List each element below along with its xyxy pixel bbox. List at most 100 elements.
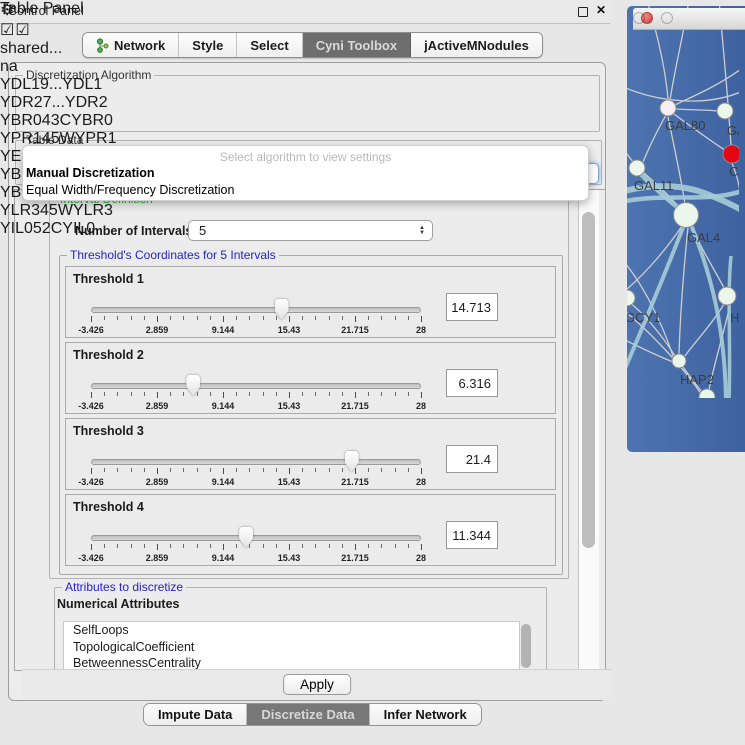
tick-label: 15.43 [278, 401, 301, 411]
table-row[interactable]: YDL19...YDL1 [0, 76, 117, 94]
tick-label: 28 [416, 401, 426, 411]
network-node[interactable] [717, 103, 733, 119]
network-edge[interactable] [627, 86, 739, 101]
column-header-shared-name[interactable]: shared... [0, 40, 117, 58]
table-row[interactable]: YDR27...YDR2 [0, 94, 117, 112]
slider-track[interactable] [91, 535, 421, 541]
threshold-slider[interactable]: -3.4262.8599.14415.4321.71528 [91, 535, 421, 551]
network-edge[interactable] [676, 109, 717, 111]
spinner-icon: ▲▼ [419, 226, 425, 236]
attribute-item[interactable]: SelfLoops [64, 622, 519, 639]
top-tab-bar: Network Style Select Cyni Toolbox jActiv… [82, 32, 543, 58]
network-edge-highlighted[interactable] [729, 256, 731, 398]
slider-track[interactable] [91, 383, 421, 389]
attribute-list[interactable]: SelfLoopsTopologicalCoefficientBetweenne… [63, 621, 520, 671]
threshold-value-input[interactable]: 6.316 [446, 369, 498, 397]
threshold-slider[interactable]: -3.4262.8599.14415.4321.71528 [91, 307, 421, 323]
tick-label: -3.426 [78, 553, 104, 563]
table-row[interactable]: YLR345WYLR3 [0, 202, 117, 220]
network-node[interactable] [674, 203, 699, 228]
threshold-panel: Threshold 1 -3.4262.8599.14415.4321.71528… [65, 266, 556, 338]
network-edge[interactable] [627, 226, 682, 294]
column-header-name[interactable]: na [0, 58, 117, 76]
interval-definition-group: Interval Definition Number of Intervals … [49, 199, 569, 579]
network-edge[interactable] [643, 115, 666, 162]
float-window-icon[interactable] [578, 7, 588, 17]
threshold-label: Threshold 3 [73, 424, 144, 438]
close-icon[interactable]: ✕ [596, 3, 606, 17]
threshold-value-input[interactable]: 11.344 [446, 521, 498, 549]
tab-label: Style [192, 38, 223, 53]
tab-discretize-data[interactable]: Discretize Data [247, 704, 369, 725]
attribute-item[interactable]: TopologicalCoefficient [64, 639, 519, 656]
settings-scroll-viewport: Interval Definition Number of Intervals … [14, 189, 606, 671]
table-cell: YLR3 [73, 202, 113, 219]
network-window-titlebar[interactable] [633, 8, 745, 30]
tab-infer-network[interactable]: Infer Network [370, 704, 481, 725]
table-row[interactable]: YIL052CYIL0 [0, 220, 117, 238]
slider-track[interactable] [91, 459, 421, 465]
network-node[interactable] [718, 287, 736, 305]
network-node[interactable] [672, 354, 686, 368]
attribute-list-scrollbar[interactable] [521, 624, 531, 668]
tab-label: Infer Network [384, 707, 467, 722]
tab-select[interactable]: Select [237, 33, 302, 57]
tab-cyni-toolbox[interactable]: Cyni Toolbox [303, 33, 411, 57]
tick-label: 15.43 [278, 325, 301, 335]
node-label: GAL80 [665, 118, 705, 133]
group-title: Attributes to discretize [62, 580, 186, 594]
table-cell: YDR2 [65, 94, 108, 111]
gear-icon[interactable]: ⚙ [0, 2, 14, 19]
node-label: GA [727, 123, 739, 138]
main-scrollbar-thumb[interactable] [582, 212, 595, 548]
num-intervals-value: 5 [199, 223, 206, 238]
dropdown-option[interactable]: Manual Discretization [26, 166, 155, 180]
threshold-slider[interactable]: -3.4262.8599.14415.4321.71528 [91, 459, 421, 475]
tick-label: 21.715 [341, 477, 369, 487]
tab-jactivemnodules[interactable]: jActiveMNodules [411, 33, 542, 57]
threshold-panel: Threshold 4-3.4262.8599.14415.4321.71528… [65, 494, 556, 566]
tick-label: 2.859 [146, 477, 169, 487]
network-edge[interactable] [675, 66, 739, 105]
tab-impute-data[interactable]: Impute Data [144, 704, 247, 725]
slider-ticks: -3.4262.8599.14415.4321.71528 [91, 316, 421, 323]
num-intervals-combobox[interactable]: 5 ▲▼ [188, 220, 433, 241]
zoom-traffic-light-icon[interactable] [633, 12, 645, 24]
tick-label: 21.715 [341, 325, 369, 335]
network-view-window: GAL80GACGAL11GAL4GCY1HHAP2 [627, 6, 745, 452]
node-label: H [730, 310, 739, 325]
network-node[interactable] [660, 100, 676, 116]
threshold-panel: Threshold 3 -3.4262.8599.14415.4321.71528… [65, 418, 556, 490]
node-label: HAP2 [680, 372, 714, 387]
algorithm-dropdown-popup: Select algorithm to view settings Manual… [22, 145, 589, 201]
threshold-value-input[interactable]: 21.4 [446, 445, 498, 473]
network-canvas[interactable]: GAL80GACGAL11GAL4GCY1HHAP2 [627, 6, 745, 403]
table-cell: YBR0 [71, 112, 113, 129]
checkbox-checked-icon[interactable]: ☑ [15, 20, 29, 40]
table-cell: YDL1 [62, 76, 102, 93]
checkbox-checked-icon[interactable]: ☑ [0, 20, 14, 40]
tick-label: -3.426 [78, 401, 104, 411]
tick-label: 28 [416, 477, 426, 487]
threshold-label: Threshold 1 [73, 272, 144, 286]
dropdown-hint: Select algorithm to view settings [23, 150, 588, 164]
apply-button[interactable]: Apply [283, 674, 351, 695]
network-edge[interactable] [679, 227, 688, 354]
threshold-slider[interactable]: -3.4262.8599.14415.4321.71528 [91, 383, 421, 399]
thresholds-container: Threshold 1 -3.4262.8599.14415.4321.71528… [65, 266, 556, 570]
main-scrollbar-track[interactable] [578, 190, 599, 670]
dropdown-option[interactable]: Equal Width/Frequency Discretization [26, 183, 234, 197]
tick-label: 2.859 [146, 401, 169, 411]
tick-label: -3.426 [78, 477, 104, 487]
tick-label: 15.43 [278, 477, 301, 487]
threshold-value-input[interactable]: 14.713 [446, 293, 498, 321]
table-row[interactable]: YBR043CYBR0 [0, 112, 117, 130]
network-node[interactable] [629, 160, 645, 176]
network-node[interactable] [723, 145, 739, 163]
minimize-traffic-light-icon[interactable] [661, 12, 673, 24]
tab-style[interactable]: Style [179, 33, 237, 57]
tick-label: 21.715 [341, 553, 369, 563]
network-graph: GAL80GACGAL11GAL4GCY1HHAP2 [627, 6, 739, 398]
network-node[interactable] [627, 290, 635, 306]
slider-track[interactable] [91, 307, 421, 313]
